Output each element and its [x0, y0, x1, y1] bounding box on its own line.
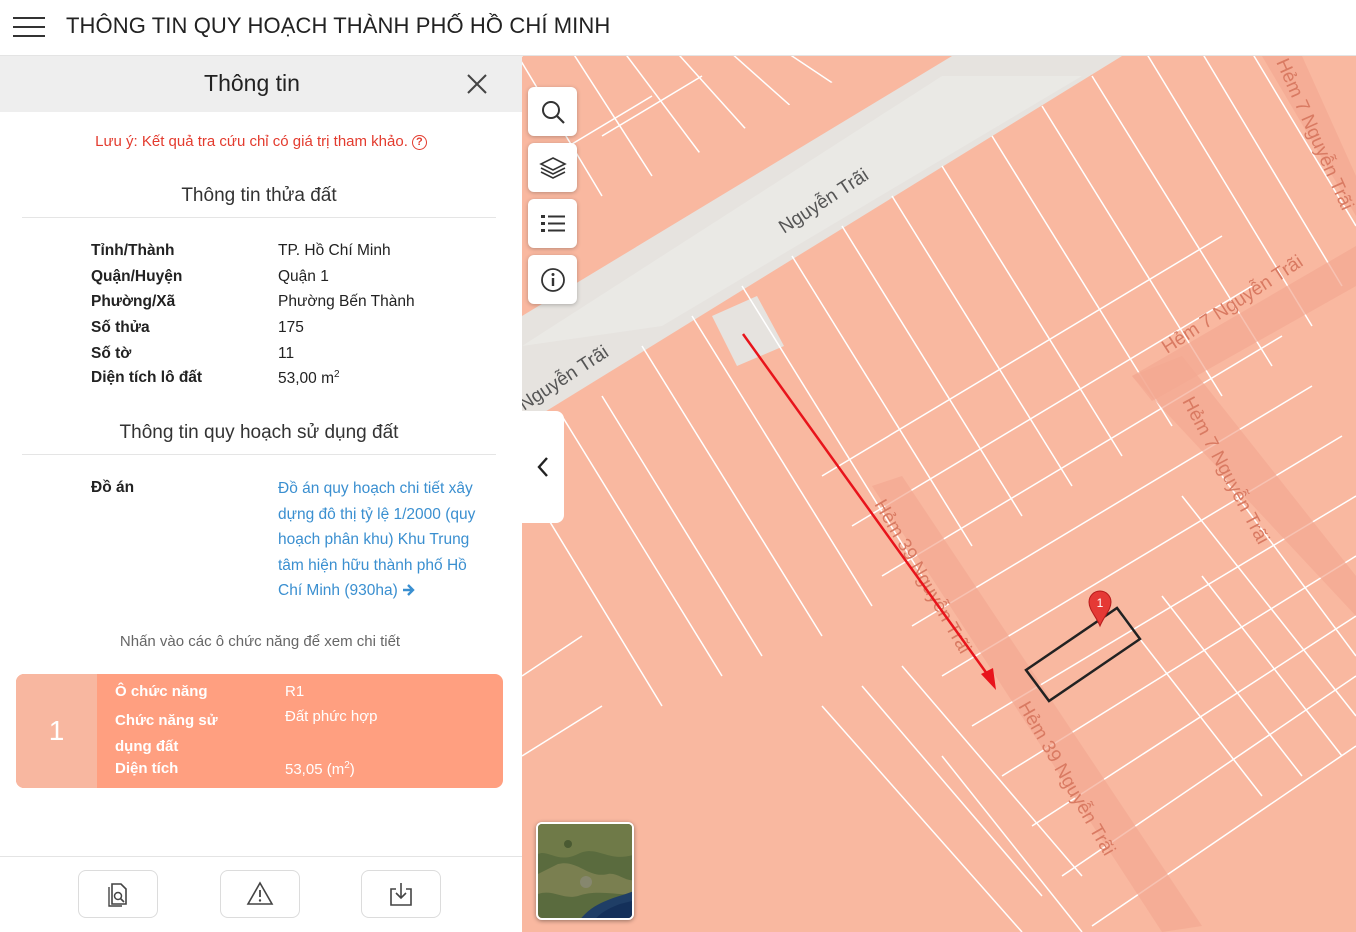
map-basemap[interactable]: Nguyễn Trãi Nguyễn Trãi Hẻm 39 Nguyễn Tr…	[522, 56, 1356, 932]
help-icon[interactable]: ?	[411, 134, 427, 150]
zone-row-value: R1	[285, 683, 305, 700]
plan-project-link[interactable]: Đồ án quy hoạch chi tiết xây dựng đô thị…	[278, 476, 493, 604]
plan-project-link-text[interactable]: Đồ án quy hoạch chi tiết xây dựng đô thị…	[278, 480, 475, 599]
zone-number: 1	[16, 674, 97, 788]
disclaimer-notice: Lưu ý: Kết quả tra cứu chỉ có giá trị th…	[0, 133, 522, 150]
warning-icon	[246, 881, 274, 905]
zone-row-label: Ô chức năng	[115, 683, 208, 700]
map-layers-button[interactable]	[528, 143, 577, 192]
map-marker-label: 1	[1097, 596, 1104, 610]
disclaimer-text: Lưu ý: Kết quả tra cứu chỉ có giá trị th…	[95, 133, 408, 150]
report-issue-button[interactable]	[220, 870, 300, 918]
zone-row-label: Diện tích	[115, 760, 179, 777]
parcel-row-label: Số tờ	[91, 345, 132, 362]
list-icon	[540, 214, 565, 232]
parcel-row-value: TP. Hồ Chí Minh	[278, 242, 391, 259]
search-icon	[541, 100, 565, 124]
parcel-row-value: Quận 1	[278, 268, 329, 285]
collapse-panel-button[interactable]	[522, 411, 564, 523]
satellite-basemap-toggle[interactable]	[536, 822, 634, 920]
download-icon	[390, 883, 412, 906]
parcel-row-label: Tỉnh/Thành	[91, 242, 175, 259]
map-view[interactable]: Nguyễn Trãi Nguyễn Trãi Hẻm 39 Nguyễn Tr…	[522, 56, 1356, 932]
bottom-action-bar	[0, 856, 522, 932]
app-header: THÔNG TIN QUY HOẠCH THÀNH PHỐ HỒ CHÍ MIN…	[0, 0, 1356, 56]
parcel-section-title: Thông tin thửa đất	[22, 185, 496, 218]
arrow-right-icon	[403, 584, 415, 596]
parcel-area-unit-sup: 2	[334, 369, 340, 380]
menu-icon[interactable]	[13, 15, 45, 39]
plan-section-title: Thông tin quy hoạch sử dụng đất	[22, 422, 496, 455]
parcel-row-label: Quận/Huyện	[91, 268, 183, 285]
zone-area-value: 53,05 (m2)	[285, 760, 355, 778]
parcel-area-number: 53,00 m	[278, 370, 335, 388]
parcel-row-value: 175	[278, 319, 304, 336]
download-button[interactable]	[361, 870, 441, 918]
zone-row-label: Chức năng sử dụng đất	[115, 712, 218, 755]
map-info-button[interactable]	[528, 255, 577, 304]
close-icon[interactable]	[466, 73, 488, 95]
parcel-row-value: 11	[278, 345, 295, 362]
map-list-button[interactable]	[528, 199, 577, 248]
panel-header: Thông tin	[0, 56, 522, 112]
plan-row-label: Đồ án	[91, 479, 135, 496]
zone-area-suffix: )	[349, 761, 355, 778]
zone-row-value: Đất phức hợp	[285, 708, 378, 725]
parcel-row-value: Phường Bến Thành	[278, 293, 415, 310]
app-title: THÔNG TIN QUY HOẠCH THÀNH PHỐ HỒ CHÍ MIN…	[66, 13, 611, 38]
info-panel: Thông tin Lưu ý: Kết quả tra cứu chỉ có …	[0, 56, 522, 932]
chevron-left-icon	[537, 457, 548, 477]
zone-card[interactable]: 1 Ô chức năng R1 Chức năng sử dụng đất Đ…	[16, 674, 503, 788]
layers-icon	[538, 156, 567, 179]
parcel-row-label: Phường/Xã	[91, 293, 176, 310]
parcel-row-label: Số thửa	[91, 319, 150, 336]
map-search-button[interactable]	[528, 87, 577, 136]
document-search-icon	[108, 883, 127, 907]
panel-title: Thông tin	[204, 70, 300, 96]
info-icon	[540, 267, 565, 292]
parcel-area-value: 53,00 m2	[278, 369, 508, 388]
hint-text: Nhấn vào các ô chức năng để xem chi tiết	[119, 633, 401, 650]
document-search-button[interactable]	[78, 870, 158, 918]
zone-area-number: 53,05 (m	[285, 761, 345, 778]
satellite-thumbnail-image	[538, 824, 632, 918]
parcel-row-label: Diện tích lô đất	[91, 369, 203, 386]
